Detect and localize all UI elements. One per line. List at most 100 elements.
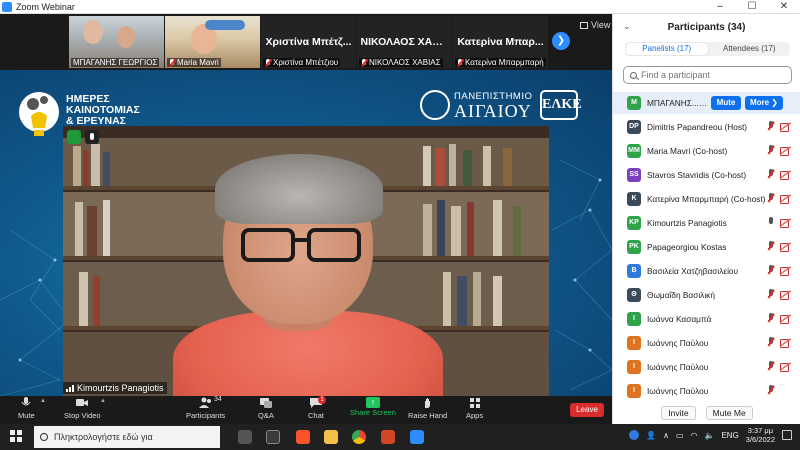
participant-video-person (117, 26, 135, 48)
calculator-icon[interactable] (266, 430, 280, 444)
windows-start-button[interactable] (6, 426, 28, 448)
participant-row[interactable]: I Ιωάννης Παύλου (613, 332, 800, 354)
gallery-next-button[interactable]: ❯ (552, 32, 570, 50)
audio-level-icon (66, 384, 74, 392)
participant-row[interactable]: PK Papageorgiou Kostas (613, 236, 800, 258)
collapse-chevron-icon[interactable]: ⌄ (623, 21, 631, 32)
invite-button[interactable]: Invite (661, 406, 696, 420)
participant-row[interactable]: B Βασιλεία Χατζηβασιλείου (613, 260, 800, 282)
zoom-logo-icon (2, 1, 12, 12)
video-off-icon (780, 195, 791, 204)
microphone-icon (85, 130, 99, 144)
participant-search (623, 66, 792, 84)
participant-row[interactable]: KP Kimourtzis Panagiotis (613, 212, 800, 234)
participant-row[interactable]: K Κατερίνα Μπαρμπαρή (Co-host) (613, 188, 800, 210)
file-explorer-icon[interactable] (324, 430, 338, 444)
system-clock[interactable]: 3:37 μμ 3/6/2022 (746, 426, 775, 444)
mute-me-button[interactable]: Mute Me (705, 406, 753, 420)
chat-unread-badge: 1 (318, 396, 326, 404)
wall-logo (205, 20, 245, 30)
task-view-icon[interactable] (238, 430, 252, 444)
security-shield-icon[interactable] (67, 130, 81, 144)
participant-status-icons (767, 217, 791, 228)
tab-panelists[interactable]: Panelists (17) (626, 43, 708, 55)
taskbar-search[interactable]: Πληκτρολογήστε εδώ για (34, 426, 220, 448)
mic-muted-icon (767, 169, 774, 180)
avatar: Θ (627, 288, 641, 302)
system-tray: 👤 ∧ ▭ ◠ 🔈 ENG 3:37 μμ 3/6/2022 (629, 426, 792, 444)
gallery-tile-label: Κατερίνα Μπαρμπαρή (455, 58, 546, 67)
raise-hand-button[interactable]: Raise Hand (408, 397, 447, 420)
participant-row[interactable]: SS Stavros Stavridis (Co-host) (613, 164, 800, 186)
mic-muted-icon (767, 241, 774, 252)
participant-row[interactable]: M ΜΠΑΓΑΝΗΣ... (Me)Mute More ❯ (613, 92, 800, 114)
powerpoint-icon[interactable] (381, 430, 395, 444)
speaker-hair (215, 154, 383, 224)
participant-row[interactable]: I Ιωάννης Παύλου (613, 380, 800, 402)
raise-hand-icon (424, 398, 430, 408)
language-indicator[interactable]: ENG (721, 431, 738, 440)
network-icon[interactable]: ▭ (676, 431, 684, 440)
volume-icon[interactable]: 🔈 (704, 431, 714, 440)
view-button[interactable]: View (580, 20, 610, 30)
participant-status-icons (767, 169, 791, 180)
zoom-taskbar-icon[interactable] (410, 430, 424, 444)
participant-row[interactable]: Θ Θωμαΐδη Βασιλική (613, 284, 800, 306)
gallery-tile[interactable]: Maria Mavri (165, 16, 260, 68)
participant-name: Ιωάννης Παύλου (647, 362, 709, 372)
participant-status-icons (767, 121, 791, 132)
mic-muted-icon (265, 59, 271, 66)
video-off-icon (780, 363, 791, 372)
participant-name: ΜΠΑΓΑΝΗΣ... (Me) (647, 98, 709, 108)
participants-count: 34 (214, 396, 222, 403)
maximize-button[interactable]: ☐ (736, 0, 768, 14)
mute-button[interactable]: Mute (18, 397, 35, 420)
avatar: I (627, 312, 641, 326)
qa-button[interactable]: Q&A (258, 397, 274, 420)
mute-options-caret-icon[interactable]: ▲ (40, 398, 46, 404)
tab-attendees[interactable]: Attendees (17) (709, 42, 791, 56)
stop-video-button[interactable]: Stop Video (64, 397, 101, 420)
user-icon[interactable]: 👤 (646, 431, 656, 440)
gallery-tile[interactable]: Χριστίνα Μπέτζ... Χριστίνα Μπέτζιου (261, 16, 356, 68)
chevron-right-icon: ❯ (556, 35, 566, 46)
participant-status-icons (767, 265, 791, 276)
video-off-icon (780, 243, 791, 252)
leave-button[interactable]: Leave (570, 403, 604, 417)
share-screen-icon: ↑ (365, 397, 380, 408)
close-button[interactable]: ✕ (768, 0, 800, 14)
participant-video-person (83, 20, 103, 44)
share-screen-button[interactable]: ↑ Share Screen (350, 397, 396, 417)
minimize-button[interactable]: – (704, 0, 736, 14)
participant-row[interactable]: MM Maria Mavri (Co-host) (613, 140, 800, 162)
participant-search-input[interactable] (641, 70, 781, 80)
active-speaker-label: Kimourtzis Panagiotis (63, 382, 167, 394)
participant-mute-button[interactable]: Mute (711, 96, 741, 110)
gallery-tile[interactable]: Κατερίνα Μπαρ... Κατερίνα Μπαρμπαρή (453, 16, 548, 68)
avatar: B (627, 264, 641, 278)
avatar: MM (627, 144, 641, 158)
apps-button[interactable]: Apps (466, 397, 483, 420)
gallery-tile[interactable]: ΝΙΚΟΛΑΟΣ ΧΑΒ... ΝΙΚΟΛΑΟΣ ΧΑΒΙΑΣ (357, 16, 452, 68)
panel-header: ⌄ Participants (34) (613, 14, 800, 40)
avatar: KP (627, 216, 641, 230)
participant-row[interactable]: DP Dimitris Papandreou (Host) (613, 116, 800, 138)
participant-row[interactable]: I Ιωάννης Παύλου (613, 356, 800, 378)
gallery-tile[interactable]: ΜΠΑΓΑΝΗΣ ΓΕΩΡΓΙΟΣ (69, 16, 164, 68)
chrome-icon[interactable] (352, 430, 366, 444)
video-options-caret-icon[interactable]: ▲ (100, 398, 106, 404)
notification-icon[interactable] (782, 430, 792, 440)
wifi-icon[interactable]: ◠ (691, 431, 698, 440)
avatar: I (627, 336, 641, 350)
window-title: Zoom Webinar (16, 1, 75, 12)
main-stage: ΗΜΕΡΕΣ ΚΑΙΝΟΤΟΜΙΑΣ & ΕΡΕΥΝΑΣ ΠΑΝΕΠΙΣΤΗΜΙ… (0, 70, 612, 396)
brave-browser-icon[interactable] (296, 430, 310, 444)
video-off-icon (780, 315, 791, 324)
show-hidden-icons-chevron-icon[interactable]: ∧ (663, 431, 669, 440)
participant-name: Βασιλεία Χατζηβασιλείου (647, 266, 739, 276)
participant-row[interactable]: I Ιωάννα Κασαμπά (613, 308, 800, 330)
help-icon[interactable] (629, 430, 640, 440)
active-speaker-video[interactable] (63, 126, 549, 396)
mic-muted-icon (361, 59, 367, 66)
participant-more-button[interactable]: More ❯ (745, 96, 783, 110)
